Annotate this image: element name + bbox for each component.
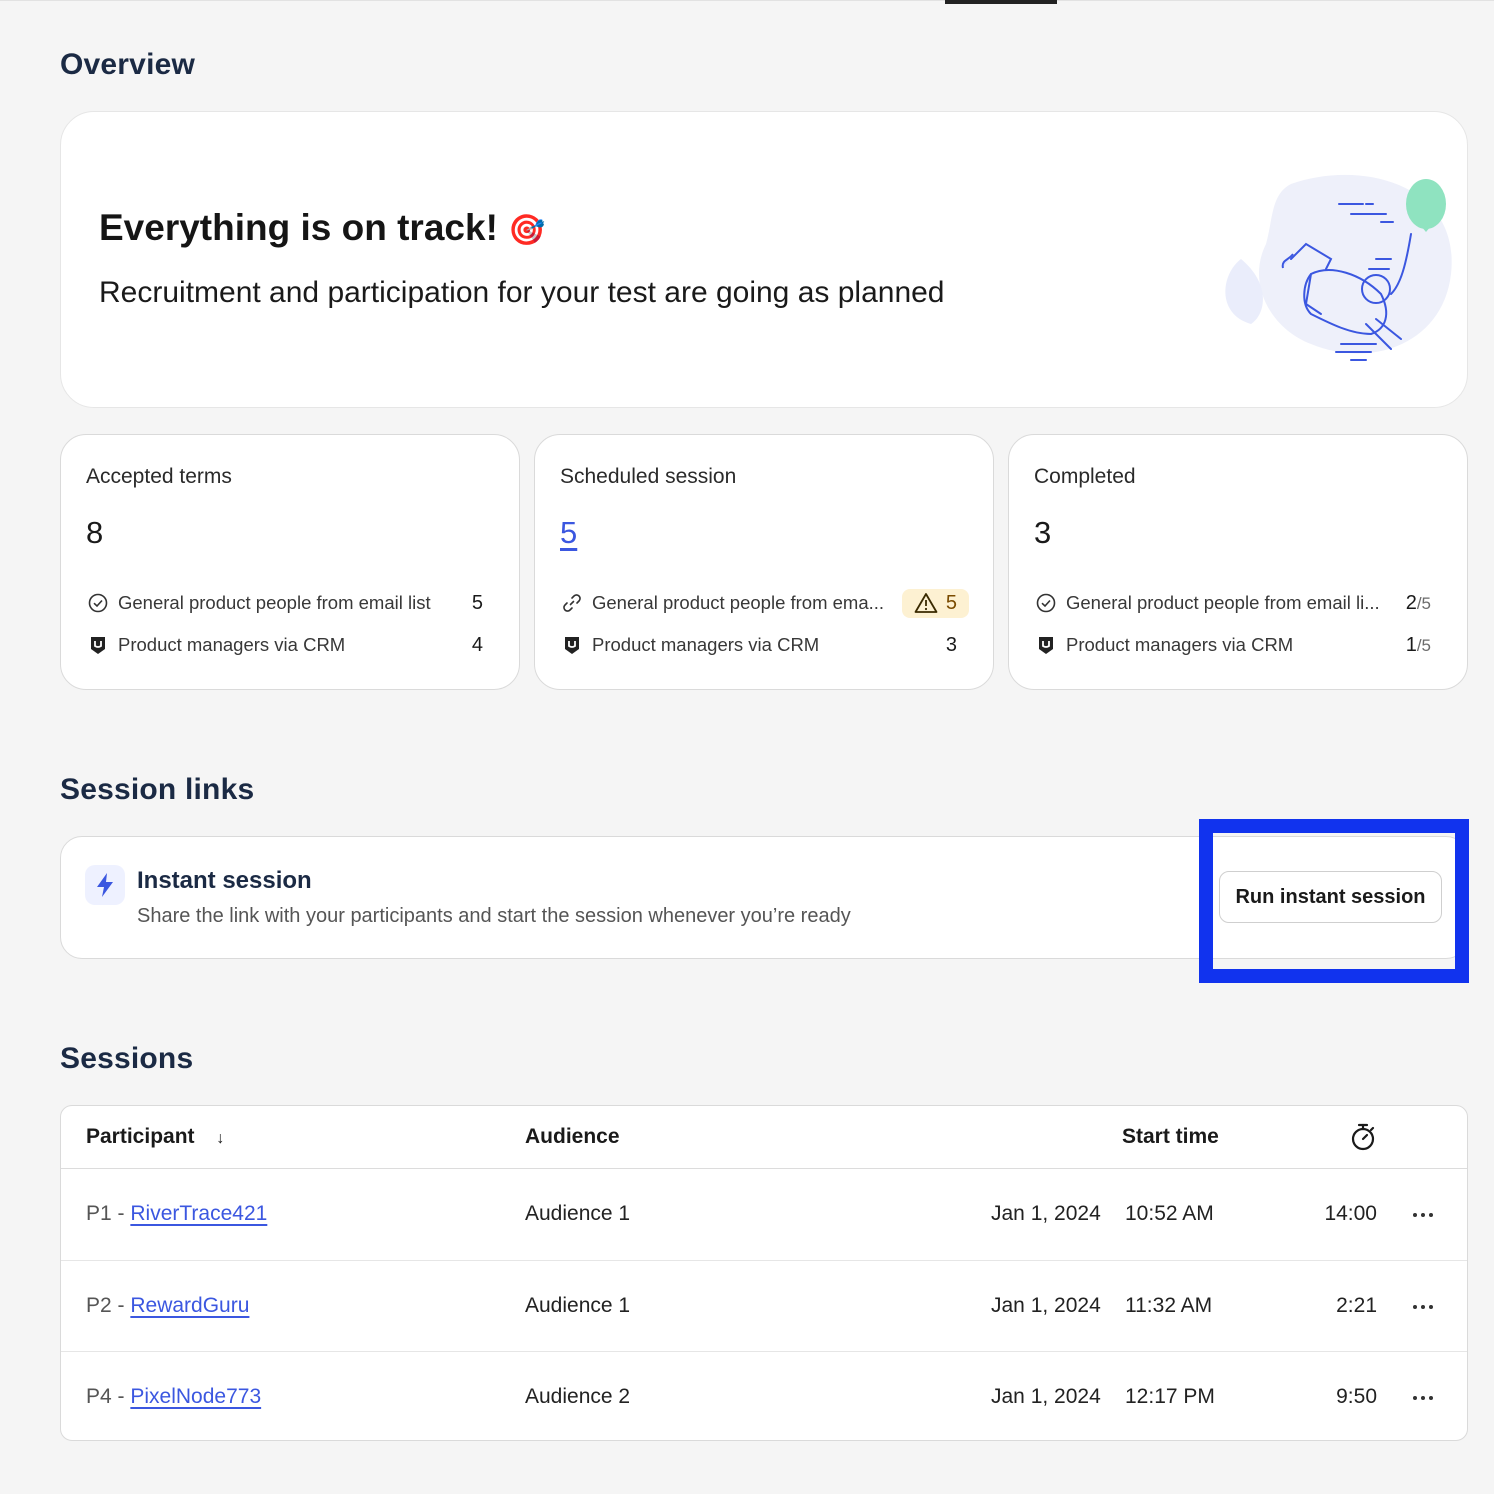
hero-title: Everything is on track! 🎯 xyxy=(99,207,546,249)
audience-name: General product people from email list xyxy=(118,592,431,613)
session-links-heading: Session links xyxy=(60,773,255,806)
table-row[interactable]: P2 - RewardGuru Audience 1 Jan 1, 2024 1… xyxy=(61,1260,1467,1351)
start-date-cell: Jan 1, 2024 xyxy=(991,1202,1101,1225)
audience-row: Product managers via CRM 1/5 xyxy=(1034,630,1431,660)
audience-name: Product managers via CRM xyxy=(592,634,820,655)
start-date-cell: Jan 1, 2024 xyxy=(991,1294,1101,1317)
participant-id: P4 - xyxy=(86,1385,131,1408)
audience-progress: 2/5 xyxy=(1406,592,1431,615)
participant-link[interactable]: PixelNode773 xyxy=(130,1385,261,1408)
participant-id: P2 - xyxy=(86,1294,131,1317)
participant-cell: P2 - RewardGuru xyxy=(86,1294,249,1318)
column-header-audience[interactable]: Audience xyxy=(525,1125,620,1149)
participant-link[interactable]: RewardGuru xyxy=(130,1294,249,1317)
completed-count: 2 xyxy=(1405,591,1417,614)
crm-logo-icon xyxy=(1034,633,1058,657)
start-date-cell: Jan 1, 2024 xyxy=(991,1385,1101,1408)
audience-name: General product people from ema... xyxy=(592,592,885,613)
stat-label: Accepted terms xyxy=(86,465,232,488)
audience-row: General product people from email list 5 xyxy=(86,588,483,618)
participant-link[interactable]: RiverTrace421 xyxy=(130,1202,267,1225)
column-label: Participant xyxy=(86,1125,195,1148)
audience-row: Product managers via CRM 3 xyxy=(560,630,957,660)
target-emoji-icon: 🎯 xyxy=(508,214,546,247)
participant-cell: P1 - RiverTrace421 xyxy=(86,1202,267,1226)
column-header-participant[interactable]: Participant ↓ xyxy=(86,1125,224,1149)
start-time-cell: 10:52 AM xyxy=(1125,1202,1214,1225)
stat-label: Completed xyxy=(1034,465,1136,488)
participant-id: P1 - xyxy=(86,1202,131,1225)
stat-card-accepted-terms: Accepted terms 8 General product people … xyxy=(60,434,520,690)
warning-badge[interactable]: 5 xyxy=(901,588,969,618)
target-count: /5 xyxy=(1416,635,1431,655)
scheduled-count-link[interactable]: 5 xyxy=(560,515,577,551)
audience-progress: 1/5 xyxy=(1406,634,1431,657)
run-instant-session-button[interactable]: Run instant session xyxy=(1219,871,1442,923)
sort-arrow-down-icon[interactable]: ↓ xyxy=(216,1130,224,1148)
stat-label: Scheduled session xyxy=(560,465,737,488)
instant-session-title: Instant session xyxy=(137,867,312,894)
stat-card-scheduled-session: Scheduled session 5 General product peop… xyxy=(534,434,994,690)
audience-count: 5 xyxy=(945,591,957,614)
warning-icon xyxy=(914,593,938,613)
hero-title-text: Everything is on track! xyxy=(99,207,498,248)
audience-row: General product people from email li... … xyxy=(1034,588,1431,618)
audience-cell: Audience 2 xyxy=(525,1385,631,1408)
active-tab-indicator xyxy=(945,0,1057,4)
audience-count: 3 xyxy=(945,633,957,656)
stat-value: 3 xyxy=(1034,515,1052,550)
instant-session-description: Share the link with your participants an… xyxy=(137,905,851,927)
column-header-start-time[interactable]: Start time xyxy=(1122,1125,1219,1149)
duration-cell: 14:00 xyxy=(1324,1202,1377,1225)
more-options-icon[interactable] xyxy=(1413,1305,1433,1309)
audience-cell: Audience 1 xyxy=(525,1202,631,1225)
sessions-table: Participant ↓ Audience Start time P1 - R… xyxy=(60,1105,1468,1441)
audience-name: Product managers via CRM xyxy=(1066,634,1294,655)
crm-logo-icon xyxy=(560,633,584,657)
sessions-heading: Sessions xyxy=(60,1042,194,1075)
duration-cell: 9:50 xyxy=(1336,1385,1377,1408)
hero-subtitle: Recruitment and participation for your t… xyxy=(99,276,945,309)
target-count: /5 xyxy=(1416,593,1431,613)
audience-count: 4 xyxy=(471,633,483,656)
more-options-icon[interactable] xyxy=(1413,1396,1433,1400)
audience-name: Product managers via CRM xyxy=(118,634,346,655)
check-circle-icon xyxy=(86,591,110,615)
audience-row: Product managers via CRM 4 xyxy=(86,630,483,660)
table-header: Participant ↓ Audience Start time xyxy=(61,1106,1467,1169)
start-time-cell: 11:32 AM xyxy=(1125,1294,1213,1317)
duration-cell: 2:21 xyxy=(1336,1294,1377,1317)
table-row[interactable]: P1 - RiverTrace421 Audience 1 Jan 1, 202… xyxy=(61,1169,1467,1260)
overview-heading: Overview xyxy=(60,48,196,81)
audience-count: 5 xyxy=(471,591,483,614)
audience-row: General product people from ema... 5 xyxy=(560,588,969,618)
audience-name: General product people from email li... xyxy=(1066,592,1380,613)
link-icon xyxy=(560,591,584,615)
more-options-icon[interactable] xyxy=(1413,1213,1433,1217)
table-row[interactable]: P4 - PixelNode773 Audience 2 Jan 1, 2024… xyxy=(61,1351,1467,1440)
crm-logo-icon xyxy=(86,633,110,657)
participant-cell: P4 - PixelNode773 xyxy=(86,1385,261,1409)
balloon-illustration xyxy=(1225,174,1452,361)
status-hero-card: Everything is on track! 🎯 Recruitment an… xyxy=(60,111,1468,408)
stat-value: 8 xyxy=(86,515,104,550)
top-divider xyxy=(0,0,1494,4)
audience-cell: Audience 1 xyxy=(525,1294,631,1317)
stopwatch-icon[interactable] xyxy=(1349,1122,1377,1158)
start-time-cell: 12:17 PM xyxy=(1125,1385,1215,1408)
lightning-icon xyxy=(85,865,125,905)
stat-card-completed: Completed 3 General product people from … xyxy=(1008,434,1468,690)
check-circle-icon xyxy=(1034,591,1058,615)
completed-count: 1 xyxy=(1405,633,1417,656)
